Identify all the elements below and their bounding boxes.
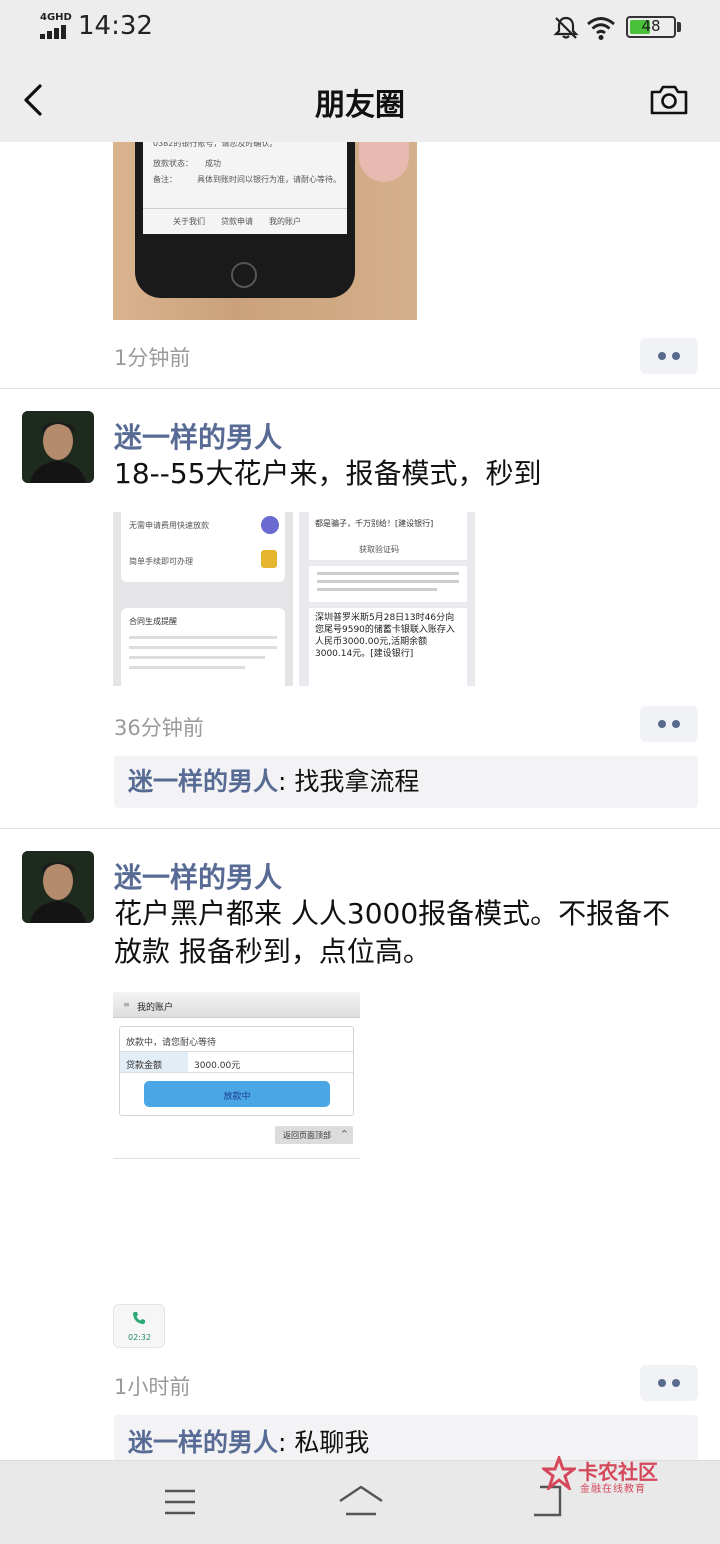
comment-separator: : [278,1428,295,1457]
divider [0,388,720,389]
post-image-bank-sms[interactable]: 都是骗子，千万别给！[建设银行] 获取验证码 深圳普罗米斯5月28日13时46分… [299,512,475,686]
post-image-account-screen[interactable]: ≡ 我的账户 放款中，请您耐心等待 贷款金额 3000.00元 放款中 返回页面… [113,992,360,1348]
post-author-name[interactable]: 迷一样的男人 [114,416,282,456]
nav-bar: 朋友圈 [0,58,720,142]
watermark-subtitle: 金融在线教育 [580,1484,646,1495]
comment-author[interactable]: 迷一样的男人 [128,767,278,796]
divider [0,828,720,829]
comment[interactable]: 迷一样的男人: 找我拿流程 [114,756,698,808]
post-time: 36分钟前 [114,716,204,740]
avatar[interactable] [22,851,94,923]
camera-icon[interactable] [648,82,690,118]
post-time: 1小时前 [114,1375,191,1399]
home-icon[interactable] [336,1483,386,1519]
watermark-icon [542,1456,576,1490]
comment-text: 找我拿流程 [294,767,420,796]
status-bar: 4GHD 14:32 48 [0,0,720,58]
watermark-logo: 卡农社区 金融在线教育 [538,1456,668,1496]
mute-bell-icon [553,16,579,39]
post-author-name[interactable]: 迷一样的男人 [114,856,282,896]
post-more-button[interactable] [640,338,698,374]
menu-icon[interactable] [163,1487,197,1517]
page-title: 朋友圈 [315,88,405,123]
clock: 14:32 [78,11,153,41]
signal-icon: 4GHD [40,12,72,40]
battery-tip [677,22,681,32]
comment-author[interactable]: 迷一样的男人 [128,1428,278,1457]
post-more-button[interactable] [640,1365,698,1401]
network-type: 4GHD [40,12,72,23]
avatar[interactable] [22,411,94,483]
post-image-phone-photo[interactable]: 尊敬的客户您好，您申请的贷款已放款到尾号 0382的银行账号，请您及时确认。 放… [113,142,417,320]
post-time: 1分钟前 [114,346,191,370]
post-text: 花户黑户都来 人人3000报备模式。不报备不放款 报备秒到，点位高。 [114,897,671,968]
battery-percent: 48 [641,17,661,35]
post-image-loan-app[interactable]: 无需申请费用快速放款 简单手续即可办理 合同生成提醒 [113,512,293,686]
post-text: 18--55大花户来，报备模式，秒到 [114,457,542,490]
comment-separator: : [278,767,295,796]
comment-text: 私聊我 [294,1428,370,1457]
wifi-icon [587,17,615,40]
post-more-button[interactable] [640,706,698,742]
